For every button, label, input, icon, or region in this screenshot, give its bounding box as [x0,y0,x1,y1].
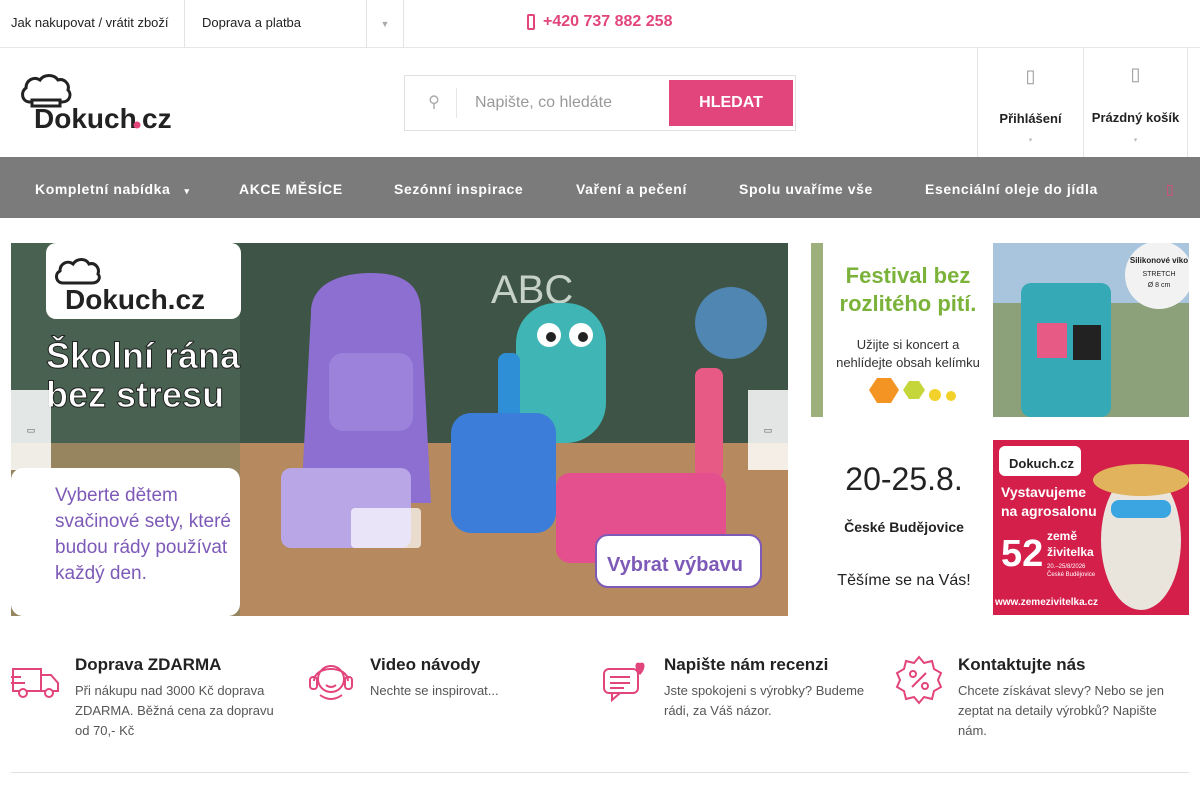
site-logo[interactable]: Dokuch cz [20,74,180,134]
festival-badge-2: STRETCH [1142,271,1175,278]
search-input[interactable] [457,82,667,124]
phone-contact[interactable]: +420 737 882 258 [527,13,672,31]
hero-body-1: Vyberte dětem [55,485,178,506]
agrosalon-logo: Dokuch.cz [1009,456,1075,471]
chevron-down-icon: ▾ [1028,137,1033,144]
agrosalon-fair-city: České Budějovice [1047,571,1096,578]
hero-cta: Vybrat výbavu [607,554,743,576]
agrosalon-dates: 20-25.8. [845,461,962,497]
search-button[interactable]: HLEDAT [669,80,793,126]
hero-banner[interactable]: ABC Dokuch.cz Školní rána bez stresu Vyb… [11,243,788,616]
cart-label: Prázdný košík [1091,110,1180,125]
headset-icon [309,665,353,700]
agrosalon-fair-name-1: země [1047,529,1077,543]
hero-body-3: budou rády používat [55,537,228,558]
truck-icon [11,668,59,698]
nav-item-cook-together[interactable]: Spolu uvaříme vše [739,181,873,197]
agrosalon-headline-2: na agrosalonu [1001,503,1097,519]
phone-icon [527,14,535,30]
svg-text:cz: cz [142,103,172,132]
phone-number[interactable]: +420 737 882 258 [543,13,672,31]
festival-title-1: Festival bez [846,263,971,288]
review-icon [603,662,645,703]
nav-item-complete-offer[interactable]: Kompletní nabídka ▾ [35,181,190,197]
hero-headline-1: Školní rána [46,334,241,376]
agrosalon-url: www.zemezivitelka.cz [994,597,1098,608]
agrosalon-city: České Budějovice [844,518,964,535]
nav-more-icon[interactable]: ▯ [1166,181,1174,198]
section-divider [11,772,1189,773]
feature-title: Doprava ZDARMA [75,655,222,674]
agrosalon-greeting: Těšíme se na Vás! [837,572,970,589]
nav-item-seasonal[interactable]: Sezónní inspirace [394,181,523,197]
top-bar: Jak nakupovat / vrátit zboží Doprava a p… [0,0,1200,48]
hero-next-arrow[interactable]: ▭ [748,390,788,470]
svg-text:Dokuch.cz: Dokuch.cz [65,284,205,315]
festival-badge-3: Ø 8 cm [1148,282,1171,289]
search-icon: ⚲ [428,94,440,111]
festival-sub-2: nehlídejte obsah kelímku [836,355,980,370]
feature-desc: Jste spokojeni s výrobky? Budeme rádi, z… [664,683,865,718]
login-label: Přihlášení [999,111,1062,126]
user-icon: ▯ [1025,66,1036,86]
shipping-payment-link[interactable]: Doprava a platba [202,15,301,30]
festival-badge-1: Silikonové víko [1130,256,1188,265]
cart-button[interactable]: ▯ Prázdný košík ▾ [1083,48,1188,157]
chevron-down-icon: ▾ [184,186,190,196]
login-button[interactable]: ▯ Přihlášení ▾ [977,48,1083,157]
hero-headline-2: bez stresu [46,374,224,415]
feature-title: Kontaktujte nás [958,655,1086,674]
festival-title-2: rozlitého pití. [840,291,977,316]
nav-item-essential-oils[interactable]: Esenciální oleje do jídla [925,181,1098,197]
svg-text:Dokuch: Dokuch [34,103,137,132]
agrosalon-fair-number: 52 [1001,533,1043,575]
festival-banner[interactable]: Festival bez rozlitého pití. Užijte si k… [811,243,1189,417]
agrosalon-fair-name-2: živitelka [1047,545,1094,559]
discount-badge-icon [895,655,943,705]
feature-title: Video návody [370,655,481,674]
nav-item-cooking-baking[interactable]: Vaření a pečení [576,181,687,197]
topbar-divider [184,0,185,48]
chevron-down-icon[interactable]: ▼ [366,0,404,48]
nav-item-month-deals[interactable]: AKCE MĚSÍCE [239,181,343,197]
agrosalon-fair-dates: 20.–25/8/2026 [1047,564,1086,570]
hero-body-4: každý den. [55,563,147,584]
hero-prev-arrow[interactable]: ▭ [11,390,51,470]
feature-title: Napište nám recenzi [664,655,829,674]
agrosalon-banner[interactable]: 20-25.8. České Budějovice Těšíme se na V… [811,440,1189,615]
festival-sub-1: Užijte si koncert a [857,337,960,352]
feature-desc: Při nákupu nad 3000 Kč doprava ZDARMA. B… [75,683,274,738]
how-to-buy-link[interactable]: Jak nakupovat / vrátit zboží [11,15,169,30]
search-bar: ⚲ HLEDAT [404,75,796,131]
cart-icon: ▯ [1130,64,1141,84]
feature-desc: Chcete získávat slevy? Nebo se jen zepta… [958,683,1164,738]
main-nav: Kompletní nabídka ▾ AKCE MĚSÍCE Sezónní i… [0,157,1200,218]
nav-item-label: Kompletní nabídka [35,181,171,197]
feature-desc: Nechte se inspirovat... [370,683,499,698]
hero-body-2: svačinové sety, které [55,511,231,532]
agrosalon-headline-1: Vystavujeme [1001,484,1086,500]
chevron-down-icon: ▾ [1133,137,1138,144]
